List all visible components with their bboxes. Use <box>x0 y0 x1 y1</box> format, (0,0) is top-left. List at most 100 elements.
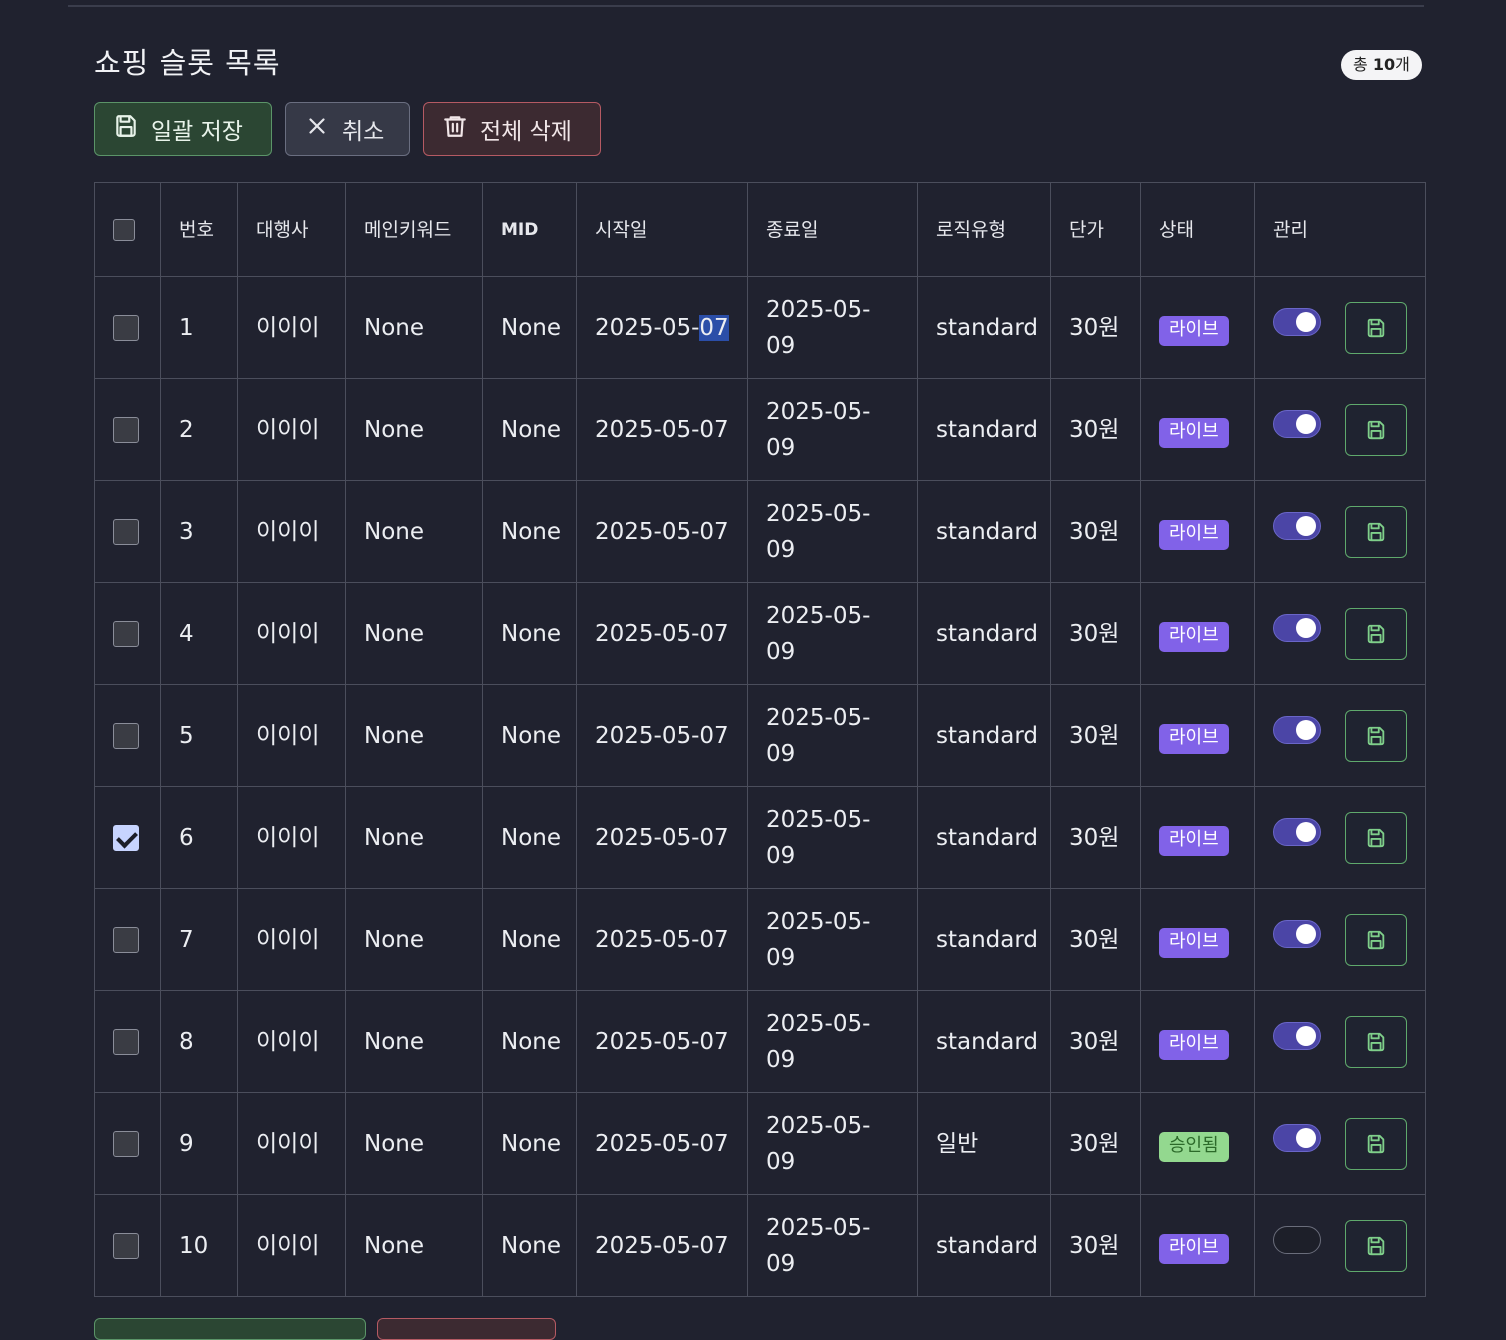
slot-table: 번호 대행사 메인키워드 MID 시작일 종료일 로직유형 단가 상태 관리 1… <box>94 182 1426 1297</box>
cell-agency: 이이이 <box>237 1194 346 1297</box>
count-value: 10 <box>1372 55 1396 74</box>
row-checkbox[interactable] <box>113 621 139 647</box>
row-checkbox[interactable] <box>113 315 139 341</box>
active-toggle[interactable] <box>1273 1021 1321 1050</box>
row-save-button[interactable] <box>1345 1015 1407 1068</box>
cell-status: 라이브 <box>1140 276 1255 379</box>
active-toggle[interactable] <box>1273 409 1321 438</box>
row-save-button[interactable] <box>1345 505 1407 558</box>
row-checkbox[interactable] <box>113 1233 139 1259</box>
start-date-text: 2025-05-07 <box>595 1130 729 1157</box>
floppy-disk-icon <box>1365 317 1387 339</box>
page-title: 쇼핑 슬롯 목록 <box>94 46 281 80</box>
active-toggle[interactable] <box>1273 919 1321 948</box>
delete-all-button[interactable]: 전체 삭제 <box>423 102 601 156</box>
cell-status: 라이브 <box>1140 582 1255 685</box>
row-checkbox[interactable] <box>113 1131 139 1157</box>
cell-start-date: 2025-05-07 <box>576 1194 748 1297</box>
cell-end-date: 2025-05-09 <box>747 684 918 787</box>
cell-status: 라이브 <box>1140 684 1255 787</box>
active-toggle[interactable] <box>1273 715 1321 744</box>
table-body: 1 이이이 None None 2025-05-07 2025-05-09 standard… <box>94 276 1426 1297</box>
bulk-save-button[interactable]: 일괄 저장 <box>94 102 272 156</box>
cell-agency: 이이이 <box>237 990 346 1093</box>
cancel-button[interactable]: 취소 <box>285 102 410 156</box>
table-row: 7 이이이 None None 2025-05-07 2025-05-09 standard… <box>94 888 1426 991</box>
cell-mid: None <box>482 990 577 1093</box>
row-save-button[interactable] <box>1345 709 1407 762</box>
cell-agency: 이이이 <box>237 888 346 991</box>
row-select-cell <box>94 582 161 685</box>
floppy-disk-icon <box>1365 725 1387 747</box>
cell-logic-type: standard <box>917 276 1051 379</box>
x-icon <box>304 113 330 145</box>
cell-main-keyword: None <box>345 1092 483 1195</box>
floppy-disk-icon <box>1365 419 1387 441</box>
row-save-button[interactable] <box>1345 301 1407 354</box>
status-badge: 라이브 <box>1159 519 1229 550</box>
cell-main-keyword: None <box>345 378 483 481</box>
cell-end-date: 2025-05-09 <box>747 786 918 889</box>
row-save-button[interactable] <box>1345 811 1407 864</box>
footer-delete-button[interactable] <box>377 1318 556 1340</box>
cell-start-date: 2025-05-07 <box>576 480 748 583</box>
row-checkbox[interactable] <box>113 417 139 443</box>
row-save-button[interactable] <box>1345 913 1407 966</box>
row-checkbox[interactable] <box>113 825 139 851</box>
active-toggle[interactable] <box>1273 1123 1321 1152</box>
cell-start-date: 2025-05-07 <box>576 582 748 685</box>
cell-manage <box>1254 786 1426 889</box>
active-toggle[interactable] <box>1273 307 1321 336</box>
delete-all-label: 전체 삭제 <box>480 119 572 145</box>
cell-no: 2 <box>160 378 238 481</box>
cell-main-keyword: None <box>345 786 483 889</box>
cancel-label: 취소 <box>342 119 385 145</box>
cell-end-date: 2025-05-09 <box>747 582 918 685</box>
row-select-cell <box>94 1194 161 1297</box>
cell-unit-price: 30원 <box>1050 276 1141 379</box>
active-toggle[interactable] <box>1273 1225 1321 1254</box>
row-checkbox[interactable] <box>113 927 139 953</box>
start-date-text: 2025-05-07 <box>595 1232 729 1259</box>
floppy-disk-icon <box>1365 623 1387 645</box>
footer-save-button[interactable] <box>94 1318 366 1340</box>
row-checkbox[interactable] <box>113 723 139 749</box>
cell-mid: None <box>482 480 577 583</box>
start-date-text: 2025-05-07 <box>595 722 729 749</box>
status-badge: 라이브 <box>1159 825 1229 856</box>
cell-no: 9 <box>160 1092 238 1195</box>
floppy-disk-icon <box>1365 1235 1387 1257</box>
cell-main-keyword: None <box>345 276 483 379</box>
floppy-disk-icon <box>1365 521 1387 543</box>
cell-no: 3 <box>160 480 238 583</box>
row-select-cell <box>94 786 161 889</box>
cell-status: 승인됨 <box>1140 1092 1255 1195</box>
row-select-cell <box>94 990 161 1093</box>
select-all-checkbox[interactable] <box>113 219 135 241</box>
cell-status: 라이브 <box>1140 480 1255 583</box>
cell-start-date: 2025-05-07 <box>576 684 748 787</box>
cell-manage <box>1254 276 1426 379</box>
active-toggle[interactable] <box>1273 817 1321 846</box>
cell-agency: 이이이 <box>237 786 346 889</box>
row-save-button[interactable] <box>1345 403 1407 456</box>
row-checkbox[interactable] <box>113 1029 139 1055</box>
cell-no: 1 <box>160 276 238 379</box>
cell-logic-type: standard <box>917 684 1051 787</box>
row-save-button[interactable] <box>1345 607 1407 660</box>
row-checkbox[interactable] <box>113 519 139 545</box>
table-row: 10 이이이 None None 2025-05-07 2025-05-09 standar… <box>94 1194 1426 1297</box>
row-save-button[interactable] <box>1345 1117 1407 1170</box>
cell-manage <box>1254 1194 1426 1297</box>
cell-main-keyword: None <box>345 582 483 685</box>
row-save-button[interactable] <box>1345 1219 1407 1272</box>
header-start-date: 시작일 <box>576 182 748 277</box>
cell-end-date: 2025-05-09 <box>747 990 918 1093</box>
cell-unit-price: 30원 <box>1050 786 1141 889</box>
active-toggle[interactable] <box>1273 613 1321 642</box>
cell-unit-price: 30원 <box>1050 1092 1141 1195</box>
row-select-cell <box>94 378 161 481</box>
start-date-text: 2025-05-07 <box>595 416 729 443</box>
active-toggle[interactable] <box>1273 511 1321 540</box>
row-select-cell <box>94 1092 161 1195</box>
